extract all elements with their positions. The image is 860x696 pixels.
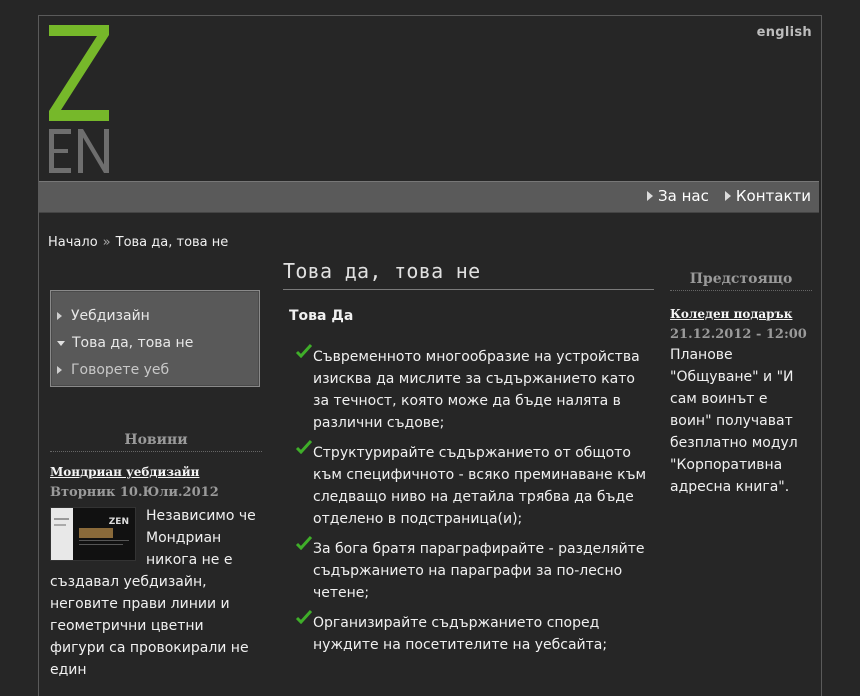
news-item-date: Вторник 10.Юли.2012 <box>50 485 219 500</box>
list-item: Организирайте съдържанието според нуждит… <box>295 610 654 656</box>
triangle-right-icon <box>57 365 62 374</box>
list-item: Съвременното многообразие на устройства … <box>295 344 654 434</box>
submenu-item-label: Говорете уеб <box>71 361 170 378</box>
list-item: Структурирайте съдържанието от общото къ… <box>295 440 654 530</box>
list-item-text: Съвременното многообразие на устройства … <box>313 349 640 431</box>
submenu-item-label: Това да, това не <box>72 334 194 351</box>
list-item-text: Структурирайте съдържанието от общото къ… <box>313 445 647 527</box>
triangle-right-icon <box>724 191 731 201</box>
zen-logo[interactable] <box>47 25 111 175</box>
dos-list: Съвременното многообразие на устройства … <box>283 344 654 656</box>
language-link-english[interactable]: english <box>757 25 812 40</box>
triangle-right-icon <box>57 311 62 320</box>
submenu-item-label: Уебдизайн <box>71 307 150 324</box>
main-content: Това да, това не Това Да Съвременното мн… <box>283 259 654 664</box>
list-item-text: За бога братя параграфирайте - разделяйт… <box>313 541 645 601</box>
triangle-right-icon <box>647 191 654 201</box>
upcoming-section: Предстоящо Коледен подарък 21.12.2012 - … <box>670 271 812 498</box>
upcoming-heading: Предстоящо <box>670 271 812 291</box>
news-thumbnail[interactable]: ZEN <box>50 507 136 561</box>
checkmark-icon <box>295 536 313 550</box>
nav-item-label: За нас <box>658 187 709 205</box>
nav-item-label: Контакти <box>735 187 811 205</box>
thumbnail-logo-text: ZEN <box>108 517 129 527</box>
news-item-body: ZEN Независимо че Мондриан никога не е с… <box>50 505 262 681</box>
page-frame: english За нас Контакти Начало » Това да, … <box>38 15 822 696</box>
breadcrumb-separator: » <box>102 235 111 250</box>
section-submenu: Уебдизайн Това да, това не Говорете уеб <box>50 290 260 387</box>
submenu-item-speak-web[interactable]: Говорете уеб <box>51 356 259 383</box>
checkmark-icon <box>295 610 313 624</box>
event-title-link[interactable]: Коледен подарък <box>670 307 812 321</box>
submenu-item-dos-donts[interactable]: Това да, това не <box>51 329 259 356</box>
breadcrumb-current: Това да, това не <box>115 235 229 250</box>
news-section: Новини Мондриан уебдизайн Вторник 10.Юли… <box>50 432 262 681</box>
submenu-item-webdesign[interactable]: Уебдизайн <box>51 302 259 329</box>
list-item: За бога братя параграфирайте - разделяйт… <box>295 536 654 604</box>
breadcrumb-home-link[interactable]: Начало <box>48 235 98 250</box>
news-heading: Новини <box>50 432 262 452</box>
news-item-title-link[interactable]: Мондриан уебдизайн <box>50 465 262 479</box>
checkmark-icon <box>295 344 313 358</box>
triangle-down-icon <box>57 340 65 346</box>
nav-item-about[interactable]: За нас <box>647 187 709 205</box>
nav-item-contacts[interactable]: Контакти <box>724 187 811 205</box>
page-title: Това да, това не <box>283 259 654 290</box>
top-navbar: За нас Контакти <box>39 181 819 213</box>
checkmark-icon <box>295 440 313 454</box>
event-date: 21.12.2012 - 12:00 <box>670 327 807 342</box>
section-subheading: Това Да <box>289 308 354 324</box>
breadcrumb: Начало » Това да, това не <box>48 235 228 250</box>
list-item-text: Организирайте съдържанието според нуждит… <box>313 615 608 653</box>
event-body: Планове "Общуване" и "И сам воинът е вои… <box>670 347 798 495</box>
